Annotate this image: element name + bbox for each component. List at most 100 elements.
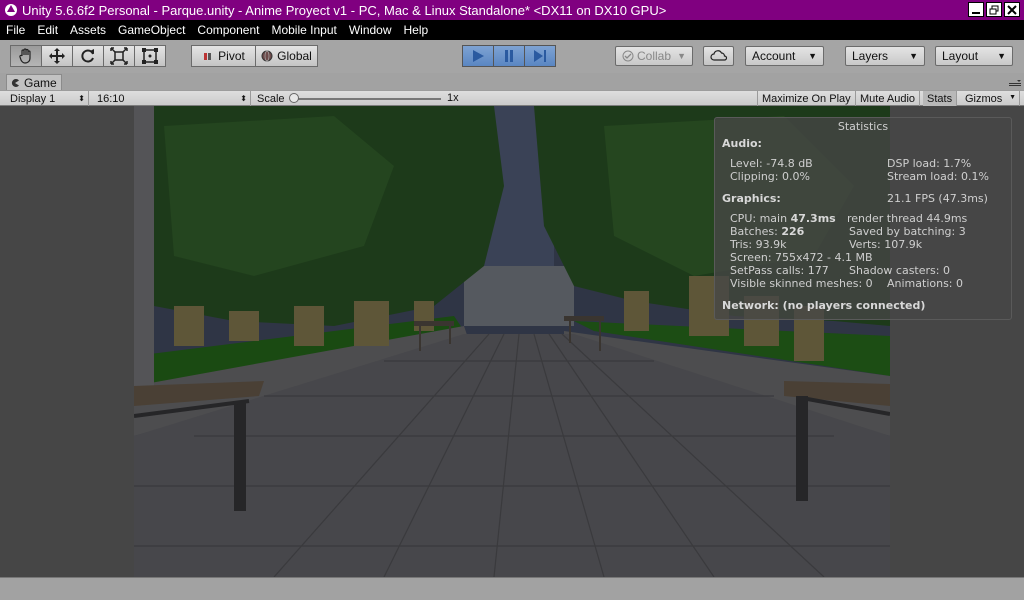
- cpu-main: CPU: main 47.3ms: [730, 212, 836, 225]
- check-circle-icon: [622, 50, 634, 62]
- shadow-casters: Shadow casters: 0: [849, 264, 950, 277]
- tab-game-label: Game: [24, 76, 57, 90]
- screen-info: Screen: 755x472 - 4.1 MB: [730, 251, 873, 264]
- global-label: Global: [277, 49, 312, 63]
- pivot-toggle[interactable]: Pivot: [191, 45, 256, 67]
- clipping: Clipping: 0.0%: [730, 170, 810, 183]
- statistics-panel: Statistics Audio: Level: -74.8 dB DSP lo…: [714, 117, 1012, 320]
- minimize-button[interactable]: [968, 2, 984, 17]
- fps-readout: 21.1 FPS (47.3ms): [887, 192, 988, 205]
- scale-slider-thumb[interactable]: [289, 93, 299, 103]
- audio-level: Level: -74.8 dB: [730, 157, 813, 170]
- layers-dropdown[interactable]: Layers ▼: [845, 46, 925, 66]
- aspect-dropdown[interactable]: 16:10 ⬍: [89, 91, 251, 106]
- move-arrows-icon: [49, 48, 65, 64]
- play-button[interactable]: [462, 45, 494, 67]
- display-label: Display 1: [10, 92, 56, 105]
- layout-dropdown[interactable]: Layout ▼: [935, 46, 1013, 66]
- menu-help[interactable]: Help: [398, 23, 435, 37]
- menu-mobile-input[interactable]: Mobile Input: [265, 23, 342, 37]
- visible-skinned-meshes: Visible skinned meshes: 0: [730, 277, 873, 290]
- gizmos-dropdown[interactable]: Gizmos ▼: [961, 91, 1020, 106]
- collab-label: Collab: [637, 49, 672, 63]
- chevron-down-icon: ▼: [909, 51, 918, 61]
- pause-button[interactable]: [493, 45, 525, 67]
- scale-label: Scale: [257, 92, 285, 105]
- setpass-calls: SetPass calls: 177: [730, 264, 829, 277]
- up-down-arrows-icon: ⬍: [78, 94, 85, 103]
- game-viewport[interactable]: Statistics Audio: Level: -74.8 dB DSP lo…: [0, 106, 1024, 577]
- batches-value: 226: [781, 225, 805, 238]
- animations: Animations: 0: [887, 277, 964, 290]
- render-thread: render thread 44.9ms: [847, 212, 968, 225]
- main-toolbar: Pivot Global Collab ▼ Account ▼ Layers ▼…: [0, 40, 1024, 73]
- chevron-down-icon: ▼: [997, 51, 1006, 61]
- restore-icon: [989, 5, 999, 14]
- rotate-icon: [81, 49, 94, 63]
- stream-load: Stream load: 0.1%: [887, 170, 989, 183]
- game-pacman-icon: [11, 79, 19, 87]
- cpu-prefix: CPU: main: [730, 212, 788, 225]
- globe-icon: [261, 50, 273, 62]
- menu-file[interactable]: File: [0, 23, 31, 37]
- menu-assets[interactable]: Assets: [64, 23, 112, 37]
- panel-menu-icon[interactable]: [1009, 77, 1021, 87]
- scale-value: 1x: [447, 92, 459, 104]
- game-tab-strip: Game: [0, 73, 1024, 91]
- global-toggle[interactable]: Global: [255, 45, 318, 67]
- hand-tool-button[interactable]: [10, 45, 42, 67]
- maximize-on-play-toggle[interactable]: Maximize On Play: [757, 91, 856, 106]
- account-dropdown[interactable]: Account ▼: [745, 46, 824, 66]
- statistics-title: Statistics: [837, 120, 889, 133]
- title-bar: Unity 5.6.6f2 Personal - Parque.unity - …: [0, 0, 1024, 20]
- scale-icon: [110, 47, 128, 65]
- stats-toggle[interactable]: Stats: [923, 91, 958, 106]
- close-button[interactable]: [1004, 2, 1020, 17]
- window-title: Unity 5.6.6f2 Personal - Parque.unity - …: [22, 2, 667, 18]
- audio-heading: Audio:: [722, 137, 762, 150]
- layers-label: Layers: [852, 49, 889, 63]
- gizmos-label: Gizmos: [965, 92, 1003, 105]
- rect-tool-icon: [142, 48, 158, 64]
- stats-label: Stats: [927, 92, 953, 105]
- scale-control: Scale 1x: [251, 91, 471, 106]
- graphics-heading: Graphics:: [722, 192, 781, 205]
- cloud-button[interactable]: [703, 46, 734, 66]
- close-icon: [1007, 4, 1017, 15]
- saved-by-batching: Saved by batching: 3: [849, 225, 966, 238]
- menu-component[interactable]: Component: [191, 23, 265, 37]
- account-label: Account: [752, 49, 796, 63]
- tris: Tris: 93.9k: [730, 238, 787, 251]
- maximize-label: Maximize On Play: [762, 92, 851, 105]
- rotate-tool-button[interactable]: [72, 45, 104, 67]
- menu-bar: File Edit Assets GameObject Component Mo…: [0, 20, 1024, 40]
- scale-tool-button[interactable]: [103, 45, 135, 67]
- layout-label: Layout: [942, 49, 979, 63]
- move-tool-button[interactable]: [41, 45, 73, 67]
- rect-tool-button[interactable]: [134, 45, 166, 67]
- collab-dropdown[interactable]: Collab ▼: [615, 46, 693, 66]
- step-button[interactable]: [524, 45, 556, 67]
- network-status: Network: (no players connected): [722, 299, 926, 312]
- menu-window[interactable]: Window: [343, 23, 398, 37]
- cloud-icon: [709, 50, 727, 61]
- up-down-arrows-icon: ⬍: [240, 94, 247, 103]
- chevron-down-icon: ▼: [677, 51, 686, 61]
- verts: Verts: 107.9k: [849, 238, 923, 251]
- restore-button[interactable]: [986, 2, 1002, 17]
- tab-game[interactable]: Game: [6, 74, 62, 91]
- menu-edit[interactable]: Edit: [31, 23, 64, 37]
- menu-gameobject[interactable]: GameObject: [112, 23, 191, 37]
- playback-controls: [462, 45, 556, 67]
- chevron-down-icon: ▼: [808, 51, 817, 61]
- dsp-load: DSP load: 1.7%: [887, 157, 972, 170]
- game-view-toolbar: Display 1 ⬍ 16:10 ⬍ Scale 1x Maximize On…: [0, 90, 1024, 106]
- display-dropdown[interactable]: Display 1 ⬍: [0, 91, 89, 106]
- step-icon: [534, 50, 546, 62]
- mute-audio-toggle[interactable]: Mute Audio: [856, 91, 921, 106]
- hand-icon: [19, 48, 31, 64]
- scale-slider-track[interactable]: [291, 98, 441, 100]
- minimize-icon: [972, 11, 980, 14]
- mute-label: Mute Audio: [860, 92, 916, 105]
- unity-logo-icon: [5, 4, 17, 16]
